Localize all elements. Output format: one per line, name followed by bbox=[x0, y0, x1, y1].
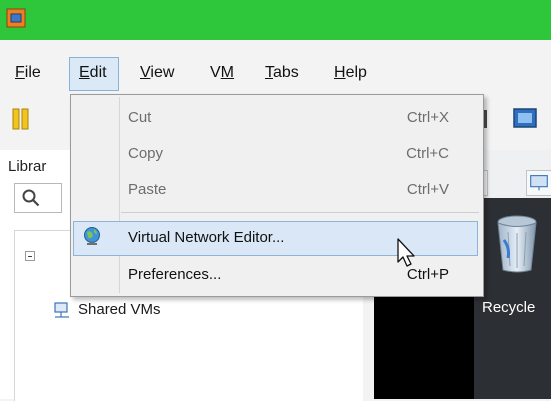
menu-vm[interactable]: VM bbox=[210, 62, 234, 84]
menu-view[interactable]: View bbox=[140, 62, 174, 84]
library-title: Librar bbox=[8, 158, 47, 175]
menu-item-cut-shortcut: Ctrl+X bbox=[406, 109, 449, 126]
title-bar bbox=[0, 0, 551, 40]
menu-item-cut[interactable]: Cut bbox=[128, 109, 151, 126]
app-icon[interactable] bbox=[6, 8, 26, 28]
menu-item-copy-shortcut: Ctrl+C bbox=[406, 145, 449, 162]
search-icon bbox=[22, 189, 40, 207]
collapse-icon[interactable] bbox=[25, 251, 35, 261]
pause-icon[interactable] bbox=[12, 108, 30, 130]
menu-item-preferences-shortcut: Ctrl+P bbox=[406, 266, 449, 283]
menu-gutter-divider bbox=[119, 97, 120, 293]
menu-file[interactable]: File bbox=[15, 62, 41, 84]
recycle-bin-label: Recycle bbox=[482, 299, 536, 316]
menu-separator bbox=[121, 212, 479, 213]
shared-vms-icon bbox=[54, 302, 69, 318]
recycle-bin-icon[interactable] bbox=[494, 214, 540, 274]
menu-tabs[interactable]: Tabs bbox=[265, 62, 299, 84]
vm-tab-monitor-icon[interactable] bbox=[526, 170, 551, 196]
menu-edit[interactable]: Edit bbox=[79, 62, 107, 84]
fullscreen-icon[interactable] bbox=[512, 106, 538, 132]
menu-item-paste-shortcut: Ctrl+V bbox=[406, 181, 449, 198]
menu-help[interactable]: Help bbox=[334, 62, 367, 84]
menu-item-paste[interactable]: Paste bbox=[128, 181, 166, 198]
toolbar-divider-icon bbox=[484, 110, 487, 128]
tree-item-shared-vms[interactable]: Shared VMs bbox=[78, 301, 161, 318]
menu-item-virtual-network-editor[interactable]: Virtual Network Editor... bbox=[128, 229, 284, 246]
menu-item-preferences[interactable]: Preferences... bbox=[128, 266, 221, 283]
menu-item-copy[interactable]: Copy bbox=[128, 145, 163, 162]
globe-icon bbox=[84, 227, 100, 245]
mouse-cursor-icon bbox=[397, 238, 415, 267]
